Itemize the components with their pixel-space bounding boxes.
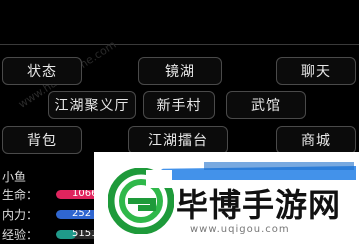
exp-label: 经验： <box>2 227 39 242</box>
player-name: 小鱼 <box>2 170 27 184</box>
top-divider <box>0 44 359 45</box>
mp-value: 252 <box>72 209 92 219</box>
mp-label: 内力： <box>2 207 39 222</box>
novice-village-button[interactable]: 新手村 <box>143 91 215 119</box>
ad-logo-icon <box>108 168 174 234</box>
shop-button[interactable]: 商城 <box>276 126 356 154</box>
ad-stripe-accent <box>204 162 354 170</box>
arena-button[interactable]: 江湖擂台 <box>128 126 228 154</box>
ad-url: www.uqigou.com <box>190 224 290 235</box>
martial-hall-button[interactable]: 武馆 <box>226 91 306 119</box>
jianghu-hall-button[interactable]: 江湖聚义厅 <box>48 91 136 119</box>
backpack-button[interactable]: 背包 <box>2 126 82 154</box>
ad-title: 毕博手游网 <box>176 186 342 224</box>
status-button[interactable]: 状态 <box>2 57 82 85</box>
ad-banner: 毕博手游网 www.uqigou.com <box>94 152 359 244</box>
chat-button[interactable]: 聊天 <box>276 57 356 85</box>
hp-label: 生命： <box>2 187 39 202</box>
mirror-lake-button[interactable]: 镜湖 <box>138 57 222 85</box>
